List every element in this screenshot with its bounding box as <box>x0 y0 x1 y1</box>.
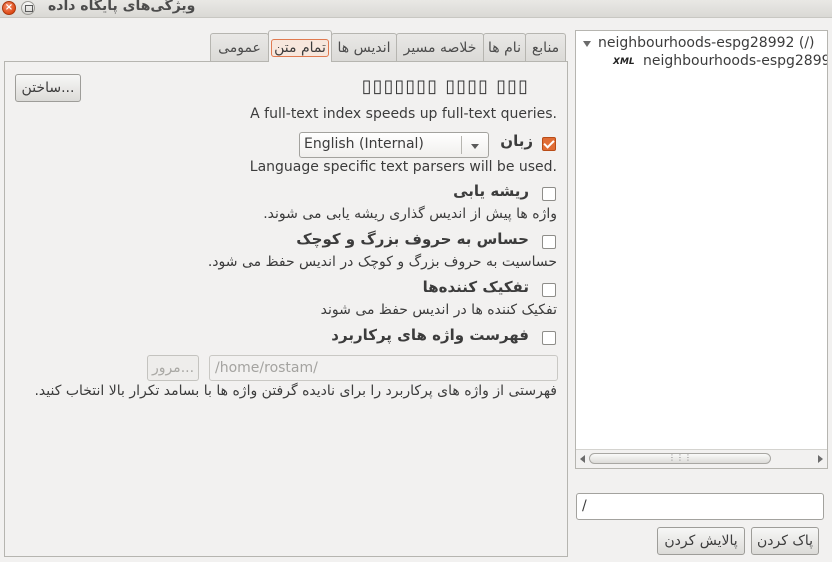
tab-label: خلاصه مسیر <box>403 40 477 56</box>
stemming-label: ریشه یابی <box>453 182 529 200</box>
xml-file-icon: XML <box>613 57 635 67</box>
stopwords-description: فهرستی از واژه های پرکاربرد را برای نادی… <box>34 383 557 399</box>
diacritics-checkbox[interactable] <box>542 283 556 297</box>
combo-separator <box>461 136 462 154</box>
diacritics-label: تفکیک کننده‌ها <box>422 278 529 296</box>
language-description: Language specific text parsers will be u… <box>249 159 557 175</box>
tab-sources[interactable]: منابع <box>525 33 566 61</box>
tab-label: تمام متن <box>271 39 329 57</box>
tab-path-summary[interactable]: خلاصه مسیر <box>396 33 484 61</box>
tab-label: اندیس ها <box>337 40 391 56</box>
full-text-heading: ▯▯▯▯▯▯▯ ▯▯▯▯ ▯▯▯ <box>361 76 529 97</box>
scroll-right-icon[interactable] <box>818 455 823 463</box>
scrollbar-thumb[interactable]: ⋮⋮⋮ <box>589 453 771 464</box>
tab-label: عمومی <box>218 40 261 56</box>
tab-names[interactable]: نام ها <box>483 33 526 61</box>
stopwords-path-field[interactable]: /home/rostam/ <box>209 355 558 381</box>
stopwords-checkbox[interactable] <box>542 331 556 345</box>
tab-label: نام ها <box>488 40 521 56</box>
tree-child-item[interactable]: neighbourhoods-espg28992 <box>643 53 827 69</box>
create-index-button[interactable]: ساختن... <box>15 74 81 102</box>
close-window-icon[interactable]: × <box>2 1 16 15</box>
path-input[interactable]: / <box>576 493 824 520</box>
case-sensitive-description: حساسیت به حروف بزرگ و کوچک در اندیس حفظ … <box>207 254 557 270</box>
title-bar: × ویژگی‌های پایگاه داده <box>0 0 832 18</box>
chevron-down-icon <box>471 144 479 149</box>
case-sensitive-label: حساس به حروف بزرگ و کوچک <box>296 230 529 248</box>
browse-button[interactable]: مرور... <box>147 355 199 381</box>
full-text-panel: ساختن... ▯▯▯▯▯▯▯ ▯▯▯▯ ▯▯▯ A full-text in… <box>4 61 568 557</box>
full-text-description: A full-text index speeds up full-text qu… <box>250 106 557 122</box>
window-title: ویژگی‌های پایگاه داده <box>48 0 196 14</box>
expander-down-icon[interactable] <box>583 41 591 47</box>
resource-tree[interactable]: neighbourhoods-espg28992 (/) XML neighbo… <box>575 30 828 469</box>
language-label: زبان <box>500 132 533 150</box>
optimize-button[interactable]: پالایش کردن <box>657 527 745 555</box>
language-select[interactable]: English (Internal) <box>299 132 489 158</box>
language-select-value: English (Internal) <box>304 136 424 152</box>
scroll-left-icon[interactable] <box>580 455 585 463</box>
tab-indexes[interactable]: اندیس ها <box>331 33 397 61</box>
case-sensitive-checkbox[interactable] <box>542 235 556 249</box>
maximize-window-icon[interactable] <box>21 1 35 15</box>
language-checkbox[interactable] <box>542 137 556 151</box>
stopwords-label: فهرست واژه های پرکاربرد <box>331 326 529 344</box>
stemming-description: واژه ها پیش از اندیس گذاری ریشه یابی می … <box>263 206 557 222</box>
tab-general[interactable]: عمومی <box>210 33 269 61</box>
tree-root-item[interactable]: neighbourhoods-espg28992 (/) <box>598 35 815 51</box>
diacritics-description: تفکیک کننده ها در اندیس حفظ می شوند <box>320 302 557 318</box>
horizontal-scrollbar[interactable]: ⋮⋮⋮ <box>576 449 827 468</box>
stemming-checkbox[interactable] <box>542 187 556 201</box>
tab-full-text[interactable]: تمام متن <box>268 30 332 62</box>
tab-label: منابع <box>531 40 560 56</box>
clear-button[interactable]: پاک کردن <box>751 527 819 555</box>
